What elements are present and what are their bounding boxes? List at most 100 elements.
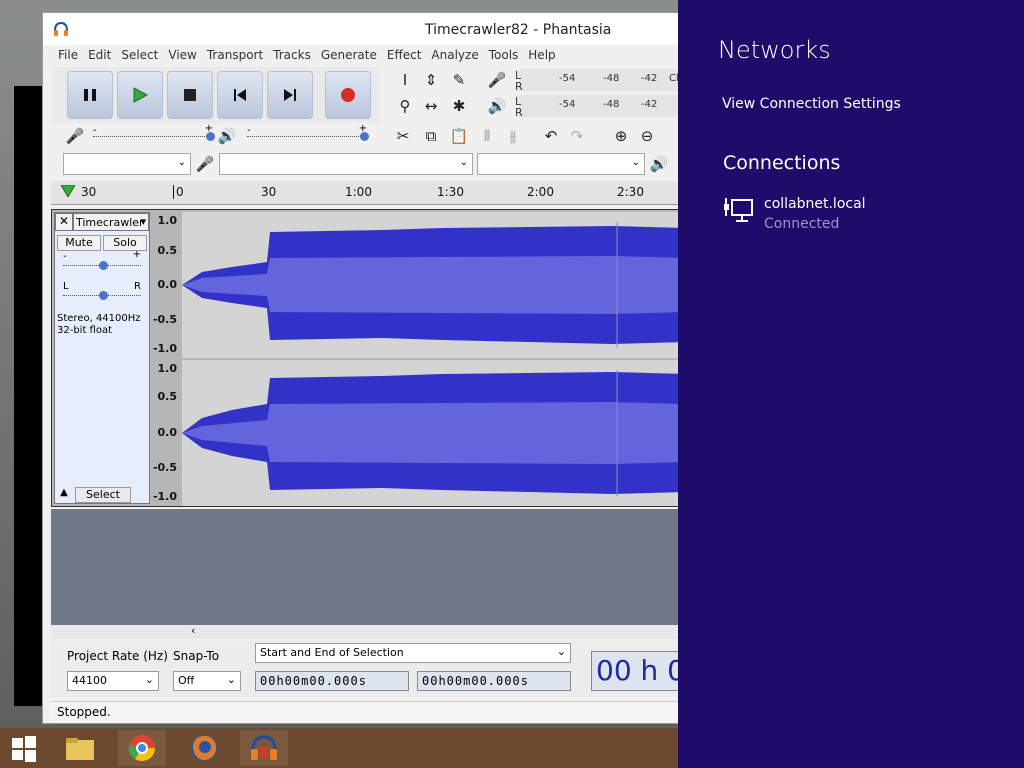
chevron-down-icon: ⌄ <box>459 157 468 168</box>
menu-transport[interactable]: Transport <box>202 45 268 67</box>
pause-icon <box>84 89 96 101</box>
redo-button[interactable]: ↷ <box>565 125 589 147</box>
selection-toolbar: Project Rate (Hz) 44100 ⌄ Snap-To Off ⌄ St… <box>51 641 681 697</box>
zoom-tool-button[interactable]: ⚲ <box>393 95 417 117</box>
record-volume-slider[interactable]: - + <box>93 123 215 145</box>
wired-network-icon <box>724 198 753 222</box>
menu-help[interactable]: Help <box>523 45 560 67</box>
collapse-track-button[interactable]: ▲ <box>55 487 73 503</box>
stop-button[interactable] <box>167 71 213 119</box>
gain-plus-label: + <box>132 249 141 260</box>
audio-position-display[interactable]: 00 h 0 <box>591 651 681 691</box>
mute-button[interactable]: Mute <box>57 235 101 251</box>
track-name-label: Timecrawler <box>76 216 144 229</box>
headphones-icon <box>251 735 277 760</box>
skip-to-start-button[interactable] <box>217 71 263 119</box>
record-meter[interactable]: L R -54 -48 -42 Cli <box>515 69 681 93</box>
play-button[interactable] <box>117 71 163 119</box>
snap-to-select[interactable]: Off ⌄ <box>173 671 241 691</box>
zoom-out-button[interactable]: ⊖ <box>635 125 659 147</box>
background-window <box>14 86 44 706</box>
scale-label: 1.0 <box>157 214 178 227</box>
track-name-menu[interactable]: Timecrawler ▾ <box>73 213 149 231</box>
menu-analyze[interactable]: Analyze <box>426 45 483 67</box>
timeline-ruler[interactable]: 30 0 30 1:00 1:30 2:00 2:30 <box>51 181 681 205</box>
multi-tool-button[interactable]: ✱ <box>447 95 471 117</box>
silence-button[interactable]: ⫵ <box>501 125 525 147</box>
close-icon: ✕ <box>58 214 70 228</box>
undo-button[interactable]: ↶ <box>539 125 563 147</box>
taskbar-audio-editor[interactable] <box>240 730 288 766</box>
meter-tick: -42 <box>641 73 658 84</box>
menu-tracks[interactable]: Tracks <box>268 45 316 67</box>
pan-slider[interactable]: L R <box>63 281 141 301</box>
copy-button[interactable]: ⧉ <box>419 125 443 147</box>
start-button[interactable] <box>0 730 48 766</box>
connection-item[interactable]: collabnet.local Connected <box>722 192 1002 236</box>
record-icon <box>341 88 355 102</box>
i-beam-icon: I <box>402 71 408 89</box>
waveform-left-channel[interactable] <box>182 212 681 358</box>
waveform-right-channel[interactable] <box>182 360 681 506</box>
timeshift-tool-button[interactable]: ↔ <box>419 95 443 117</box>
selection-end-time[interactable]: 00h00m00.000s <box>417 671 571 691</box>
cut-button[interactable]: ✂ <box>391 125 415 147</box>
chevron-down-icon: ⌄ <box>631 157 640 168</box>
menu-select[interactable]: Select <box>116 45 163 67</box>
audio-host-select[interactable]: ⌄ <box>63 153 191 175</box>
taskbar-file-explorer[interactable] <box>56 730 104 766</box>
menu-tools[interactable]: Tools <box>484 45 524 67</box>
folder-icon <box>66 738 94 760</box>
pause-button[interactable] <box>67 71 113 119</box>
chrome-icon <box>128 735 156 762</box>
view-connection-settings-link[interactable]: View Connection Settings <box>722 96 901 112</box>
trim-button[interactable]: ⫴ <box>475 125 499 147</box>
playback-meter[interactable]: L R -54 -48 -42 <box>515 95 681 119</box>
gain-slider[interactable]: - + <box>63 249 141 273</box>
draw-tool-button[interactable]: ✎ <box>447 69 471 91</box>
playback-meter-button[interactable]: 🔊 <box>485 95 509 117</box>
zoom-in-button[interactable]: ⊕ <box>609 125 633 147</box>
microphone-icon: 🎤 <box>65 127 85 145</box>
menu-file[interactable]: File <box>53 45 83 67</box>
windows-logo-icon <box>12 736 36 762</box>
menu-edit[interactable]: Edit <box>83 45 116 67</box>
menu-generate[interactable]: Generate <box>316 45 382 67</box>
selection-tool-button[interactable]: I <box>393 69 417 91</box>
selection-mode-select[interactable]: Start and End of Selection ⌄ <box>255 643 571 663</box>
skip-to-end-button[interactable] <box>267 71 313 119</box>
taskbar-firefox[interactable] <box>180 730 228 766</box>
empty-track-area[interactable] <box>51 509 681 625</box>
firefox-icon <box>191 735 217 761</box>
slider-thumb[interactable] <box>360 132 369 141</box>
gain-thumb[interactable] <box>99 261 108 270</box>
selection-start-time[interactable]: 00h00m00.000s <box>255 671 409 691</box>
pan-left-label: L <box>63 281 69 292</box>
menu-view[interactable]: View <box>163 45 201 67</box>
close-track-button[interactable]: ✕ <box>55 213 73 231</box>
ruler-tick-label: 2:00 <box>527 185 554 199</box>
record-meter-button[interactable]: 🎤 <box>485 69 509 91</box>
title-bar[interactable]: Timecrawler82 - Phantasia <box>43 13 681 45</box>
envelope-tool-button[interactable]: ⇕ <box>419 69 443 91</box>
paste-button[interactable]: 📋 <box>447 125 471 147</box>
zoom-in-icon: ⊕ <box>614 127 628 145</box>
slider-thumb[interactable] <box>206 132 215 141</box>
project-rate-select[interactable]: 44100 ⌄ <box>67 671 159 691</box>
play-icon <box>133 87 148 103</box>
recording-device-select[interactable]: ⌄ <box>219 153 473 175</box>
meter-tick: -48 <box>603 99 620 110</box>
playback-volume-slider[interactable]: - + <box>247 123 369 145</box>
taskbar-chrome[interactable] <box>118 730 166 766</box>
snap-to-value: Off <box>178 674 195 687</box>
stop-icon <box>184 89 196 101</box>
status-bar: Stopped. <box>51 701 681 723</box>
pan-thumb[interactable] <box>99 291 108 300</box>
record-button[interactable] <box>325 71 371 119</box>
recording-channels-select[interactable]: ⌄ <box>477 153 645 175</box>
channel-scale-bottom: 1.0 0.5 0.0 -0.5 -1.0 <box>150 360 180 506</box>
dropdown-triangle-icon: ▾ <box>140 215 146 228</box>
menu-effect[interactable]: Effect <box>382 45 427 67</box>
horizontal-scrollbar[interactable]: ‹ <box>51 624 681 639</box>
select-track-button[interactable]: Select <box>75 487 131 503</box>
